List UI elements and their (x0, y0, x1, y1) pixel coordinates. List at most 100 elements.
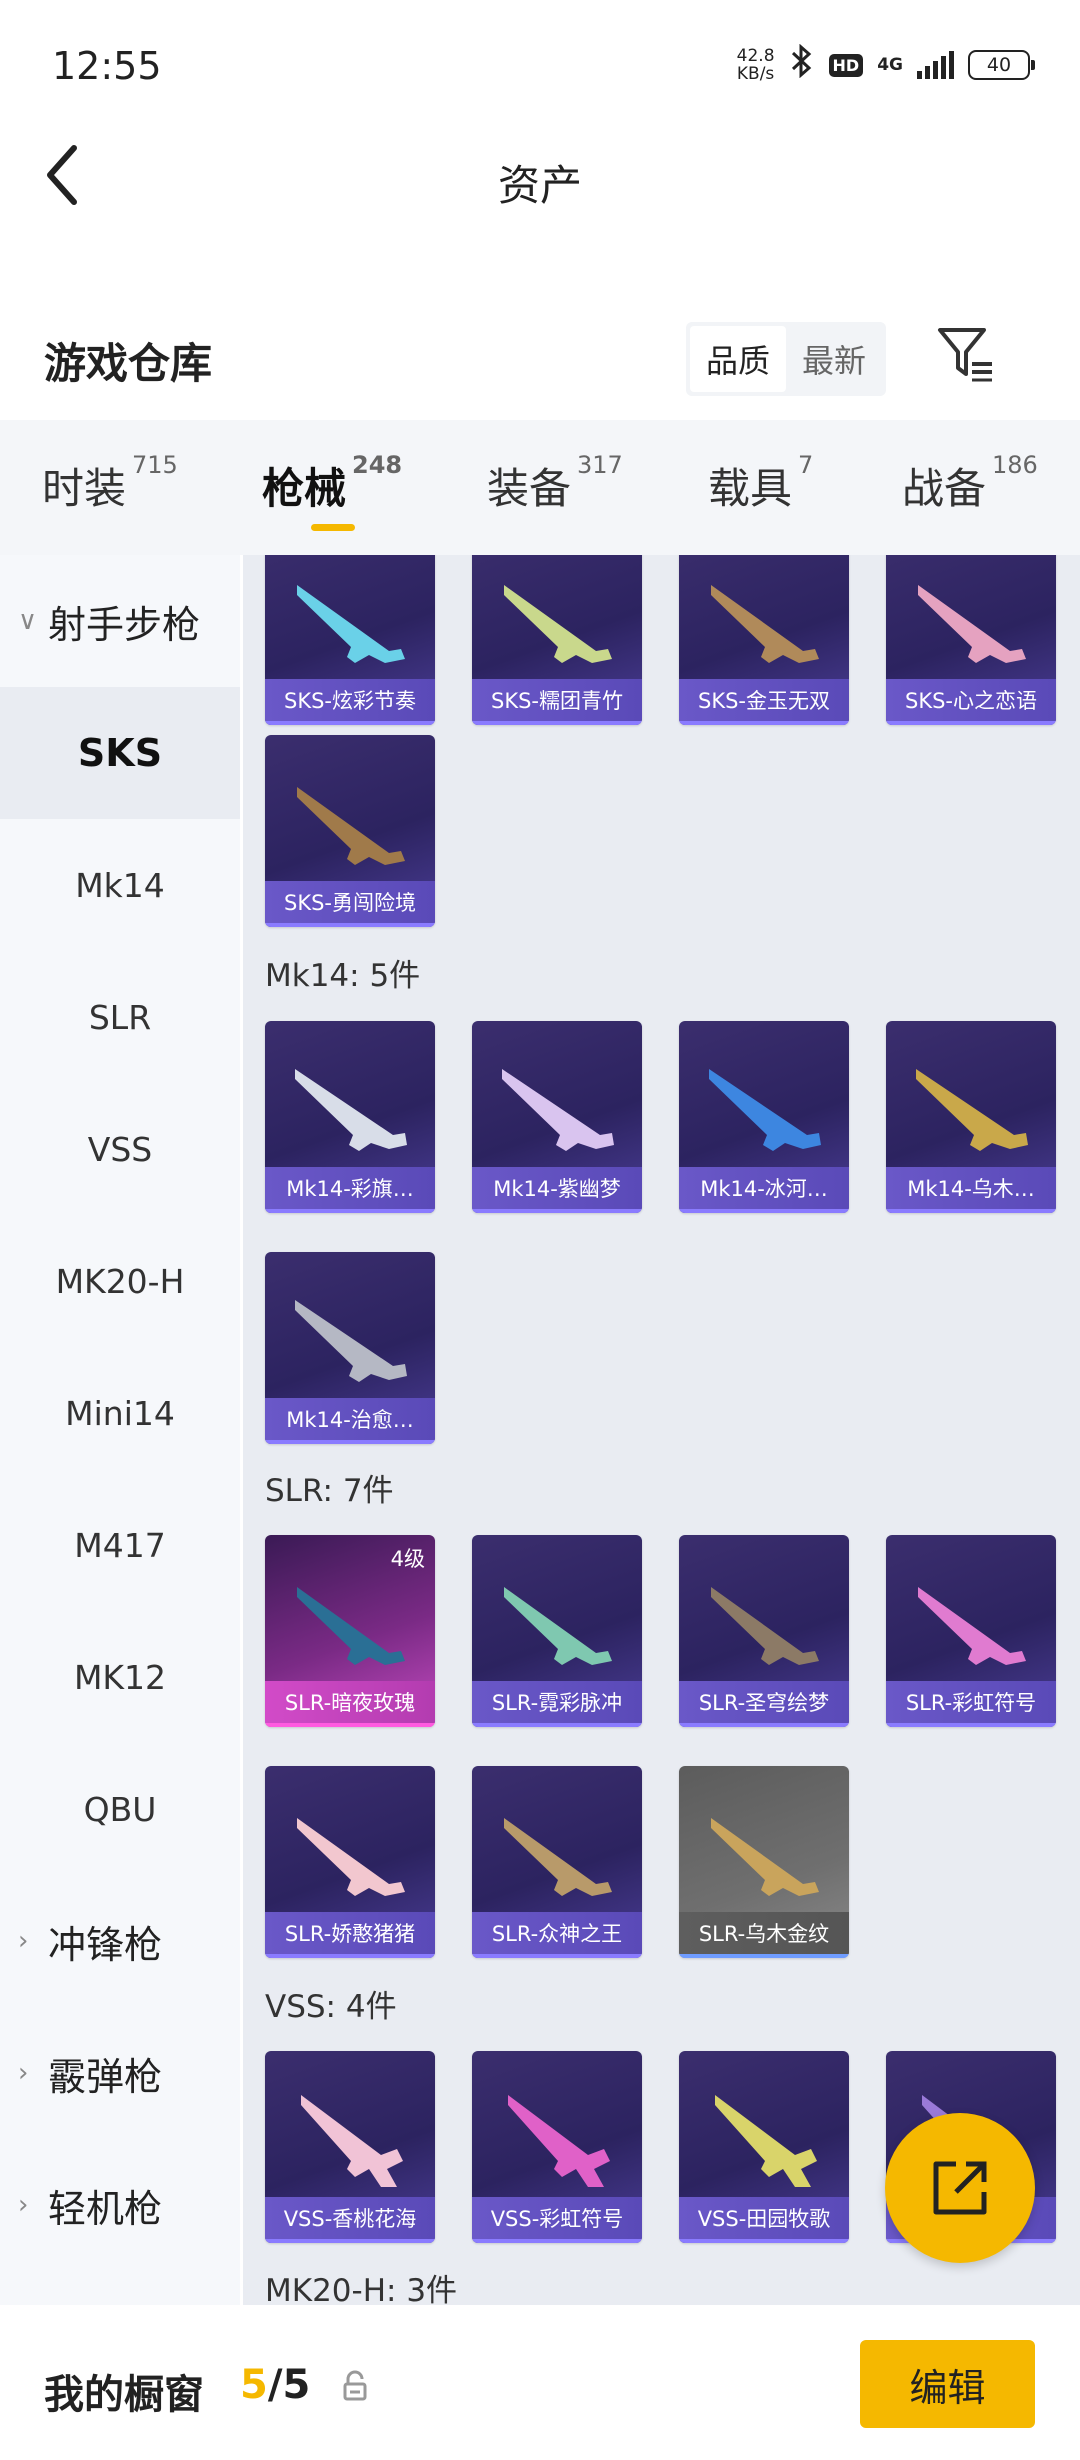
skin-card[interactable]: SKS-心之恋语 (886, 555, 1056, 725)
group-title-mk20h: MK20-H: 3件 (265, 2273, 458, 2305)
rifle-icon (709, 1069, 821, 1151)
rifle-icon (295, 1300, 407, 1382)
rarity-strip (265, 1440, 435, 1444)
rarity-strip (679, 1723, 849, 1727)
signal-icon (917, 51, 954, 79)
skin-card[interactable]: 4级 SLR-暗夜玫瑰 (265, 1535, 435, 1727)
showcase-title: 我的橱窗 (44, 2372, 204, 2418)
skin-card[interactable]: Mk14-紫幽梦 (472, 1021, 642, 1213)
sidebar-group-lmg[interactable]: › 轻机枪 (0, 2139, 240, 2271)
sidebar-item-mk20h[interactable]: MK20-H (0, 1215, 240, 1347)
hd-icon: HD (828, 53, 864, 77)
group-title-slr: SLR: 7件 (265, 1473, 394, 1509)
sidebar-item-sks[interactable]: SKS (0, 687, 240, 819)
section-title: 游戏仓库 (44, 339, 213, 388)
skin-card[interactable]: VSS-彩虹符号 (472, 2051, 642, 2243)
tab-guns[interactable]: 枪械 248 (262, 451, 402, 516)
skin-card[interactable]: SLR-彩虹符号 (886, 1535, 1056, 1727)
skin-name: Mk14-治愈… (265, 1398, 435, 1440)
tab-vehicles[interactable]: 载具 7 (708, 451, 813, 516)
sort-quality-button[interactable]: 品质 (690, 326, 787, 392)
sidebar-group-label: 轻机枪 (48, 2186, 163, 2231)
active-tab-indicator (311, 524, 355, 531)
skin-card[interactable]: VSS-香桃花海 (265, 2051, 435, 2243)
skin-card[interactable]: SLR-娇憨猪猪 (265, 1766, 435, 1958)
tab-supplies[interactable]: 战备 186 (902, 451, 1038, 516)
skin-name: Mk14-紫幽梦 (472, 1167, 642, 1209)
tab-equipment[interactable]: 装备 317 (487, 451, 623, 516)
rarity-strip (886, 721, 1056, 725)
skin-card[interactable]: SLR-霓彩脉冲 (472, 1535, 642, 1727)
share-icon (933, 2161, 987, 2215)
sidebar-item-slr[interactable]: SLR (0, 951, 240, 1083)
network-speed-value: 42.8 (736, 46, 775, 66)
sidebar-item-mk12[interactable]: MK12 (0, 1611, 240, 1743)
rarity-strip (679, 1954, 849, 1958)
tab-label: 时装 (42, 464, 127, 513)
rarity-strip (886, 1723, 1056, 1727)
rarity-strip (472, 1954, 642, 1958)
rifle-icon (297, 1818, 405, 1896)
rarity-strip (472, 1209, 642, 1213)
rifle-icon (502, 1069, 614, 1151)
skin-card[interactable]: SKS-糯团青竹 (472, 555, 642, 725)
battery-level: 40 (986, 54, 1012, 76)
skin-name: SLR-霓彩脉冲 (472, 1681, 642, 1723)
tab-fashion[interactable]: 时装 715 (42, 451, 178, 516)
edit-button[interactable]: 编辑 (860, 2340, 1035, 2428)
rarity-strip (679, 721, 849, 725)
sidebar-item-qbu[interactable]: QBU (0, 1743, 240, 1875)
rifle-icon (916, 1069, 1028, 1151)
rarity-strip (265, 1954, 435, 1958)
rifle-icon (297, 787, 405, 865)
group-title-vss: VSS: 4件 (265, 1989, 397, 2025)
skin-name: VSS-田园牧歌 (679, 2197, 849, 2239)
sidebar-item-m417[interactable]: M417 (0, 1479, 240, 1611)
sort-newest-button[interactable]: 最新 (786, 326, 882, 392)
rarity-strip (886, 1209, 1056, 1213)
tab-count: 7 (798, 451, 814, 479)
tab-label: 枪械 (262, 464, 347, 513)
network-type: 4G (877, 55, 903, 75)
tab-label: 战备 (902, 464, 987, 513)
share-fab[interactable] (885, 2113, 1035, 2263)
skin-card[interactable]: SKS-勇闯险境 (265, 735, 435, 927)
sort-toggle: 品质 最新 (686, 322, 887, 396)
skin-card[interactable]: SKS-金玉无双 (679, 555, 849, 725)
sidebar-group-marksman[interactable]: ∨ 射手步枪 (0, 555, 240, 687)
skin-card[interactable]: Mk14-乌木… (886, 1021, 1056, 1213)
skin-card[interactable]: SKS-炫彩节奏 (265, 555, 435, 725)
lock-icon (342, 2370, 368, 2402)
filter-icon[interactable] (936, 326, 996, 382)
skin-card[interactable]: Mk14-治愈… (265, 1252, 435, 1444)
sidebar-item-mk14[interactable]: Mk14 (0, 819, 240, 951)
rarity-strip (265, 2239, 435, 2243)
rifle-icon (711, 1587, 819, 1665)
skin-card[interactable]: Mk14-冰河… (679, 1021, 849, 1213)
skin-card[interactable]: SLR-乌木金纹 (679, 1766, 849, 1958)
rifle-icon (504, 1587, 612, 1665)
skin-name: SKS-糯团青竹 (472, 679, 642, 721)
page-title: 资产 (497, 161, 582, 210)
skin-card[interactable]: SLR-圣穹绘梦 (679, 1535, 849, 1727)
showcase-count: 5/5 (240, 2362, 310, 2408)
chevron-right-icon: › (18, 2190, 29, 2220)
sidebar-group-smg[interactable]: › 冲锋枪 (0, 1875, 240, 2007)
sidebar-item-mini14[interactable]: Mini14 (0, 1347, 240, 1479)
skin-card[interactable]: VSS-田园牧歌 (679, 2051, 849, 2243)
rifle-icon (715, 2095, 817, 2187)
rifle-icon (918, 1587, 1026, 1665)
status-icons: 42.8 KB/s HD 4G 40 (737, 43, 1035, 86)
rifle-icon (504, 585, 612, 663)
skin-card[interactable]: Mk14-彩旗… (265, 1021, 435, 1213)
chevron-right-icon: › (18, 2058, 29, 2088)
level-badge: 4级 (390, 1547, 425, 1571)
sidebar-group-shotgun[interactable]: › 霰弹枪 (0, 2007, 240, 2139)
skin-card[interactable]: SLR-众神之王 (472, 1766, 642, 1958)
sidebar-item-vss[interactable]: VSS (0, 1083, 240, 1215)
sidebar-group-label: 冲锋枪 (48, 1922, 163, 1967)
network-speed: 42.8 KB/s (737, 47, 775, 83)
skin-grid: SKS-炫彩节奏 SKS-糯团青竹 SKS-金玉无双 SKS-心之恋语 SKS-… (243, 555, 1080, 2305)
rifle-icon (295, 1069, 407, 1151)
skin-name: Mk14-彩旗… (265, 1167, 435, 1209)
